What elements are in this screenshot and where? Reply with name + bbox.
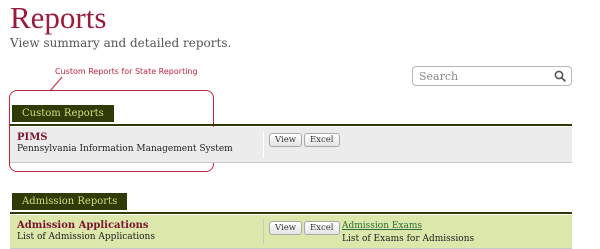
- column-divider: [263, 219, 264, 244]
- excel-button[interactable]: Excel: [304, 133, 340, 147]
- view-button[interactable]: View: [269, 133, 303, 147]
- search-icon[interactable]: [554, 70, 566, 82]
- view-button[interactable]: View: [269, 221, 303, 235]
- admission-exams-link[interactable]: Admission Exams: [342, 221, 422, 231]
- table-row-pims: PIMS Pennsylvania Information Management…: [10, 127, 572, 163]
- page-subtitle: View summary and detailed reports.: [10, 36, 232, 50]
- section-rule: [10, 212, 572, 214]
- secondary-report-description: List of Exams for Admissions: [342, 234, 475, 244]
- section-tab-custom-reports: Custom Reports: [12, 105, 114, 122]
- report-description: Pennsylvania Information Management Syst…: [17, 144, 233, 154]
- page-title: Reports: [10, 0, 107, 35]
- search-box[interactable]: [412, 66, 572, 86]
- report-name: Admission Applications: [17, 220, 149, 231]
- annotation-label: Custom Reports for State Reporting: [55, 67, 198, 76]
- report-description: List of Admission Applications: [17, 232, 155, 242]
- report-name: PIMS: [17, 132, 48, 143]
- excel-button[interactable]: Excel: [304, 221, 340, 235]
- search-input[interactable]: [419, 69, 549, 83]
- section-tab-admission-reports: Admission Reports: [12, 193, 128, 210]
- section-rule: [10, 124, 572, 126]
- column-divider: [263, 131, 264, 158]
- table-row-admission-applications: Admission Applications List of Admission…: [10, 215, 572, 249]
